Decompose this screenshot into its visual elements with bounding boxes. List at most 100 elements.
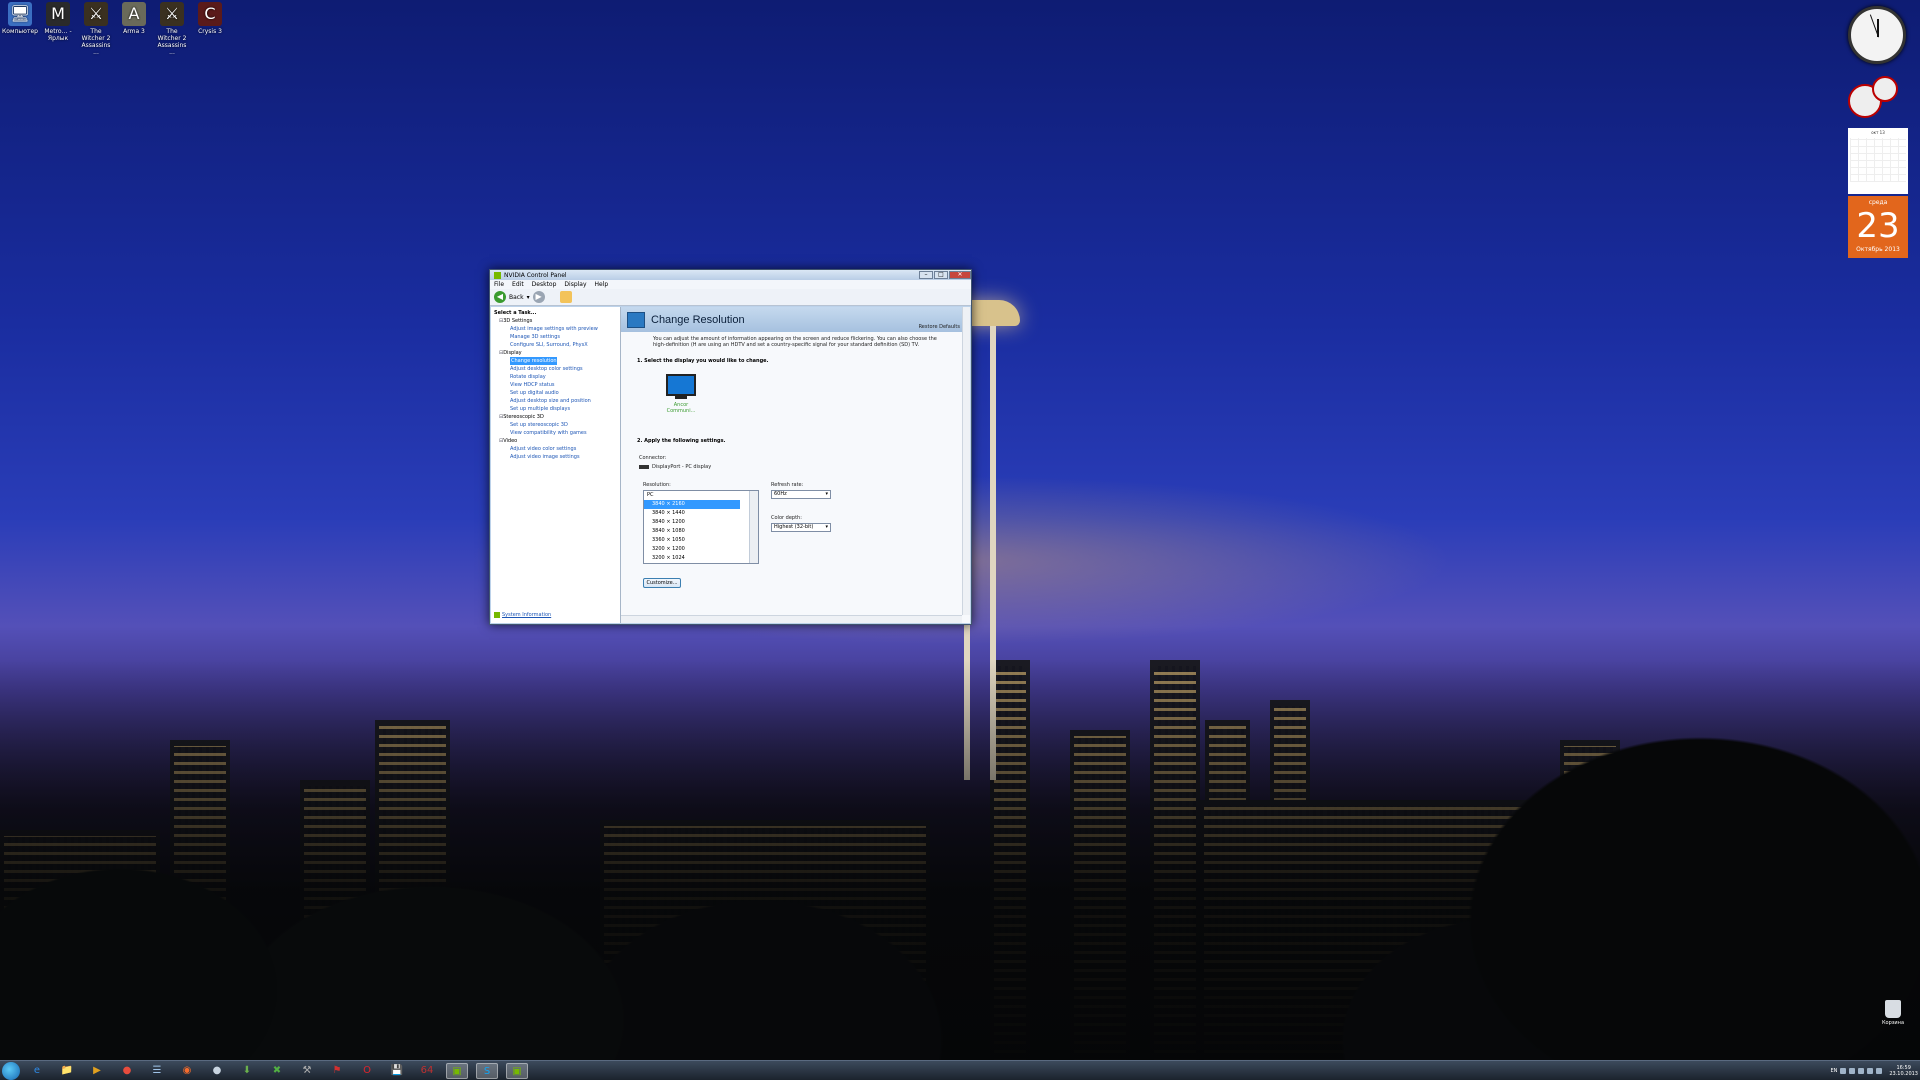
menu-display[interactable]: Display [564, 280, 586, 289]
menu-file[interactable]: File [494, 280, 504, 289]
tray-icon[interactable] [1849, 1068, 1856, 1074]
steam-icon[interactable]: ● [206, 1063, 228, 1079]
back-button-label[interactable]: Back [509, 294, 524, 301]
media-player-icon[interactable]: ▶ [86, 1063, 108, 1079]
title-bar[interactable]: NVIDIA Control Panel – □ ✕ [490, 270, 971, 280]
nvidia-panel-icon[interactable]: ▣ [506, 1062, 528, 1079]
cpu-meter-gadget[interactable] [1846, 76, 1910, 120]
back-arrow-icon[interactable]: ◀ [494, 291, 506, 303]
desktop-shortcut[interactable]: 🖥 Компьютер [2, 2, 38, 35]
calendar-day-gadget[interactable]: среда 23 Октябрь 2013 [1848, 196, 1908, 258]
resolution-scrollbar[interactable] [749, 491, 758, 563]
menu-edit[interactable]: Edit [512, 280, 524, 289]
tree-category[interactable]: Stereoscopic 3D [494, 413, 617, 421]
content-vertical-scrollbar[interactable] [962, 307, 970, 615]
forward-arrow-icon[interactable]: ▶ [532, 291, 545, 303]
display-selector[interactable]: Ancor Communi... [663, 374, 699, 414]
menu-help[interactable]: Help [595, 280, 609, 289]
tray-clock[interactable]: 16:59 23.10.2013 [1889, 1065, 1918, 1077]
tree-task-link[interactable]: Adjust video color settings [494, 445, 617, 453]
desktop-shortcut-label: The Witcher 2 Assassins ... [157, 28, 187, 56]
tray-icon[interactable] [1858, 1068, 1865, 1074]
calendar-month-header: окт 13 [1871, 130, 1885, 135]
content-horizontal-scrollbar[interactable] [621, 615, 962, 623]
tree-task-link[interactable]: Manage 3D settings [494, 333, 617, 341]
chrome-icon[interactable]: ● [116, 1063, 138, 1079]
tree-task-link[interactable]: Adjust desktop color settings [494, 365, 617, 373]
refresh-rate-dropdown[interactable]: 60Hz [771, 490, 831, 499]
page-description: You can adjust the amount of information… [653, 336, 937, 348]
desktop-shortcut[interactable]: ⚔ The Witcher 2 Assassins ... [78, 2, 114, 56]
resolution-option[interactable]: 3840 × 1080 [644, 527, 758, 536]
tree-category[interactable]: 3D Settings [494, 317, 617, 325]
resolution-option[interactable]: 3200 × 1024 [644, 554, 758, 563]
recycle-bin[interactable]: Корзина [1878, 1000, 1908, 1026]
opera-icon[interactable]: O [356, 1063, 378, 1079]
desktop-shortcut-label: Arma 3 [123, 28, 145, 35]
tree-task-link[interactable]: View HDCP status [494, 381, 617, 389]
resolution-option[interactable]: 3200 × 1200 [644, 545, 758, 554]
notepad-icon[interactable]: ☰ [146, 1063, 168, 1079]
home-icon[interactable] [559, 291, 572, 303]
tree-task-link[interactable]: Set up digital audio [494, 389, 617, 397]
explorer-icon[interactable]: 📁 [56, 1063, 78, 1079]
desktop-shortcut[interactable]: ⚔ The Witcher 2 Assassins ... [154, 2, 190, 56]
arma3-icon: A [122, 2, 146, 26]
resolution-option[interactable]: 3840 × 1440 [644, 509, 758, 518]
desktop-shortcut-label: The Witcher 2 Assassins ... [81, 28, 111, 56]
tree-category[interactable]: Video [494, 437, 617, 445]
tool-icon[interactable]: ⚒ [296, 1063, 318, 1079]
maximize-button[interactable]: □ [934, 271, 948, 279]
resolution-list[interactable]: PC 3840 × 2160 3840 × 1440 3840 × 1200 3840… [643, 490, 759, 564]
taskbar-apps: e 📁 ▶ ● ☰ ◉ ● ⬇ ✖ ⚒ ⚑ O 💾 64 ▣ S ▣ [26, 1062, 528, 1079]
tree-task-link[interactable]: Rotate display [494, 373, 617, 381]
customize-button[interactable]: Customize... [643, 578, 681, 588]
ie-icon[interactable]: e [26, 1063, 48, 1079]
tree-task-link[interactable]: Adjust video image settings [494, 453, 617, 461]
window-title: NVIDIA Control Panel [504, 271, 567, 279]
calendar-month-gadget[interactable]: окт 13 [1848, 128, 1908, 194]
resolution-option[interactable]: 3840 × 2160 [644, 500, 740, 509]
disk-icon[interactable]: 💾 [386, 1063, 408, 1079]
menu-desktop[interactable]: Desktop [532, 280, 557, 289]
crysis3-icon: C [198, 2, 222, 26]
tree-task-link[interactable]: Change resolution [510, 357, 557, 365]
task-pane: Select a Task... 3D SettingsAdjust image… [491, 307, 621, 623]
origin-icon[interactable]: ◉ [176, 1063, 198, 1079]
tree-task-link[interactable]: Set up multiple displays [494, 405, 617, 413]
language-indicator[interactable]: EN [1830, 1068, 1837, 1074]
start-button[interactable] [2, 1061, 20, 1080]
desktop-shortcut-label: Metro… - Ярлык [44, 28, 72, 42]
tree-task-link[interactable]: Adjust image settings with preview [494, 325, 617, 333]
tree-task-link[interactable]: Adjust desktop size and position [494, 397, 617, 405]
monitor-icon [666, 374, 696, 396]
system-information-link[interactable]: System Information [494, 611, 551, 619]
back-dropdown-icon[interactable]: ▾ [527, 294, 530, 301]
skype-icon[interactable]: S [476, 1062, 498, 1079]
nvidia-icon[interactable]: ▣ [446, 1062, 468, 1079]
color-depth-label: Color depth: [771, 515, 802, 521]
clock-gadget[interactable] [1848, 6, 1906, 64]
tray-icon[interactable] [1840, 1068, 1847, 1074]
network-icon[interactable] [1867, 1068, 1874, 1074]
tree-category[interactable]: Display [494, 349, 617, 357]
desktop-shortcut-label: Crysis 3 [198, 28, 222, 35]
antivirus-icon[interactable]: ⚑ [326, 1063, 348, 1079]
color-depth-dropdown[interactable]: Highest (32-bit) [771, 523, 831, 532]
resolution-option[interactable]: 3360 × 1050 [644, 536, 758, 545]
tree-task-link[interactable]: Set up stereoscopic 3D [494, 421, 617, 429]
resolution-option[interactable]: 3840 × 1200 [644, 518, 758, 527]
tree-task-link[interactable]: View compatibility with games [494, 429, 617, 437]
minimize-button[interactable]: – [919, 271, 933, 279]
desktop-shortcut[interactable]: M Metro… - Ярлык [40, 2, 76, 42]
tree-task-link[interactable]: Configure SLI, Surround, PhysX [494, 341, 617, 349]
hardware-monitor-icon[interactable]: 64 [416, 1063, 438, 1079]
xbox-icon[interactable]: ✖ [266, 1063, 288, 1079]
desktop-shortcut[interactable]: C Crysis 3 [192, 2, 228, 35]
torrent-icon[interactable]: ⬇ [236, 1063, 258, 1079]
close-button[interactable]: ✕ [949, 271, 971, 279]
desktop-shortcut[interactable]: A Arma 3 [116, 2, 152, 35]
restore-defaults-link[interactable]: Restore Defaults [919, 324, 960, 330]
connector-value: DisplayPort - PC display [652, 464, 712, 470]
volume-icon[interactable] [1876, 1068, 1883, 1074]
